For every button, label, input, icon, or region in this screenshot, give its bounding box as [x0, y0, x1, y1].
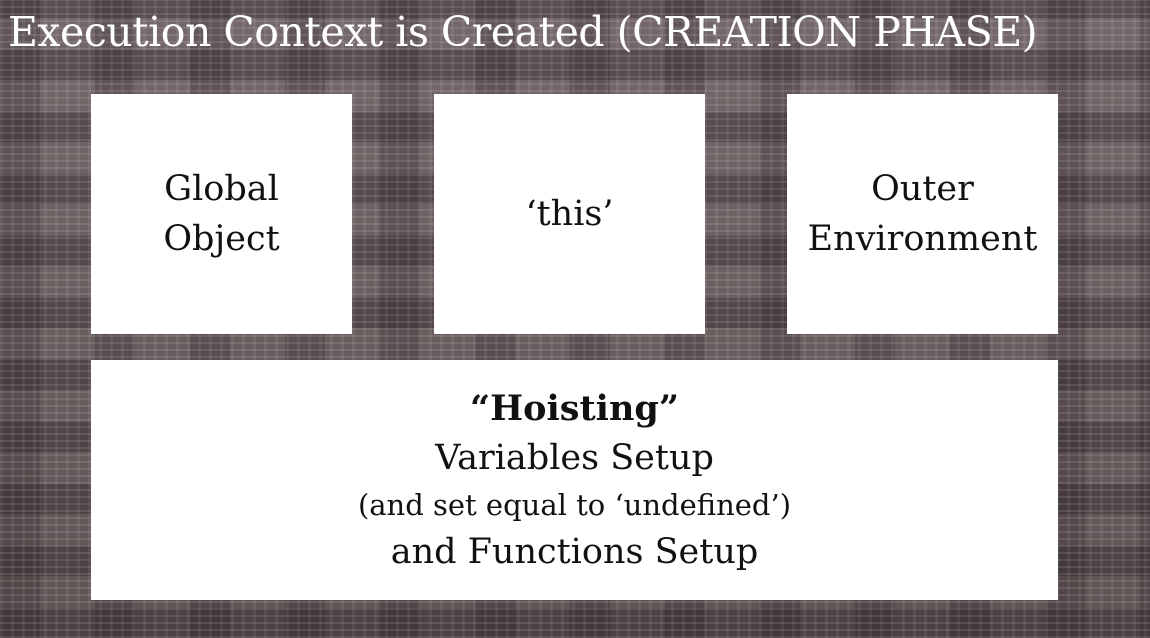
- global-object-box: Global Object: [91, 94, 352, 334]
- this-label: ‘this’: [525, 194, 614, 234]
- outer-environment-label-line-2: Environment: [807, 219, 1038, 259]
- undefined-note: (and set equal to ‘undefined’): [357, 488, 792, 522]
- hoisting-box: “Hoisting” Variables Setup (and set equa…: [91, 360, 1058, 600]
- global-object-label-line-2: Object: [163, 219, 280, 259]
- variables-setup-label: Variables Setup: [435, 438, 714, 478]
- outer-environment-label-line-1: Outer: [871, 169, 974, 209]
- slide-title: Execution Context is Created (CREATION P…: [8, 8, 1038, 56]
- this-box: ‘this’: [434, 94, 705, 334]
- global-object-label-line-1: Global: [164, 169, 279, 209]
- outer-environment-box: Outer Environment: [787, 94, 1058, 334]
- functions-setup-label: and Functions Setup: [390, 532, 759, 572]
- hoisting-heading: “Hoisting”: [469, 388, 680, 429]
